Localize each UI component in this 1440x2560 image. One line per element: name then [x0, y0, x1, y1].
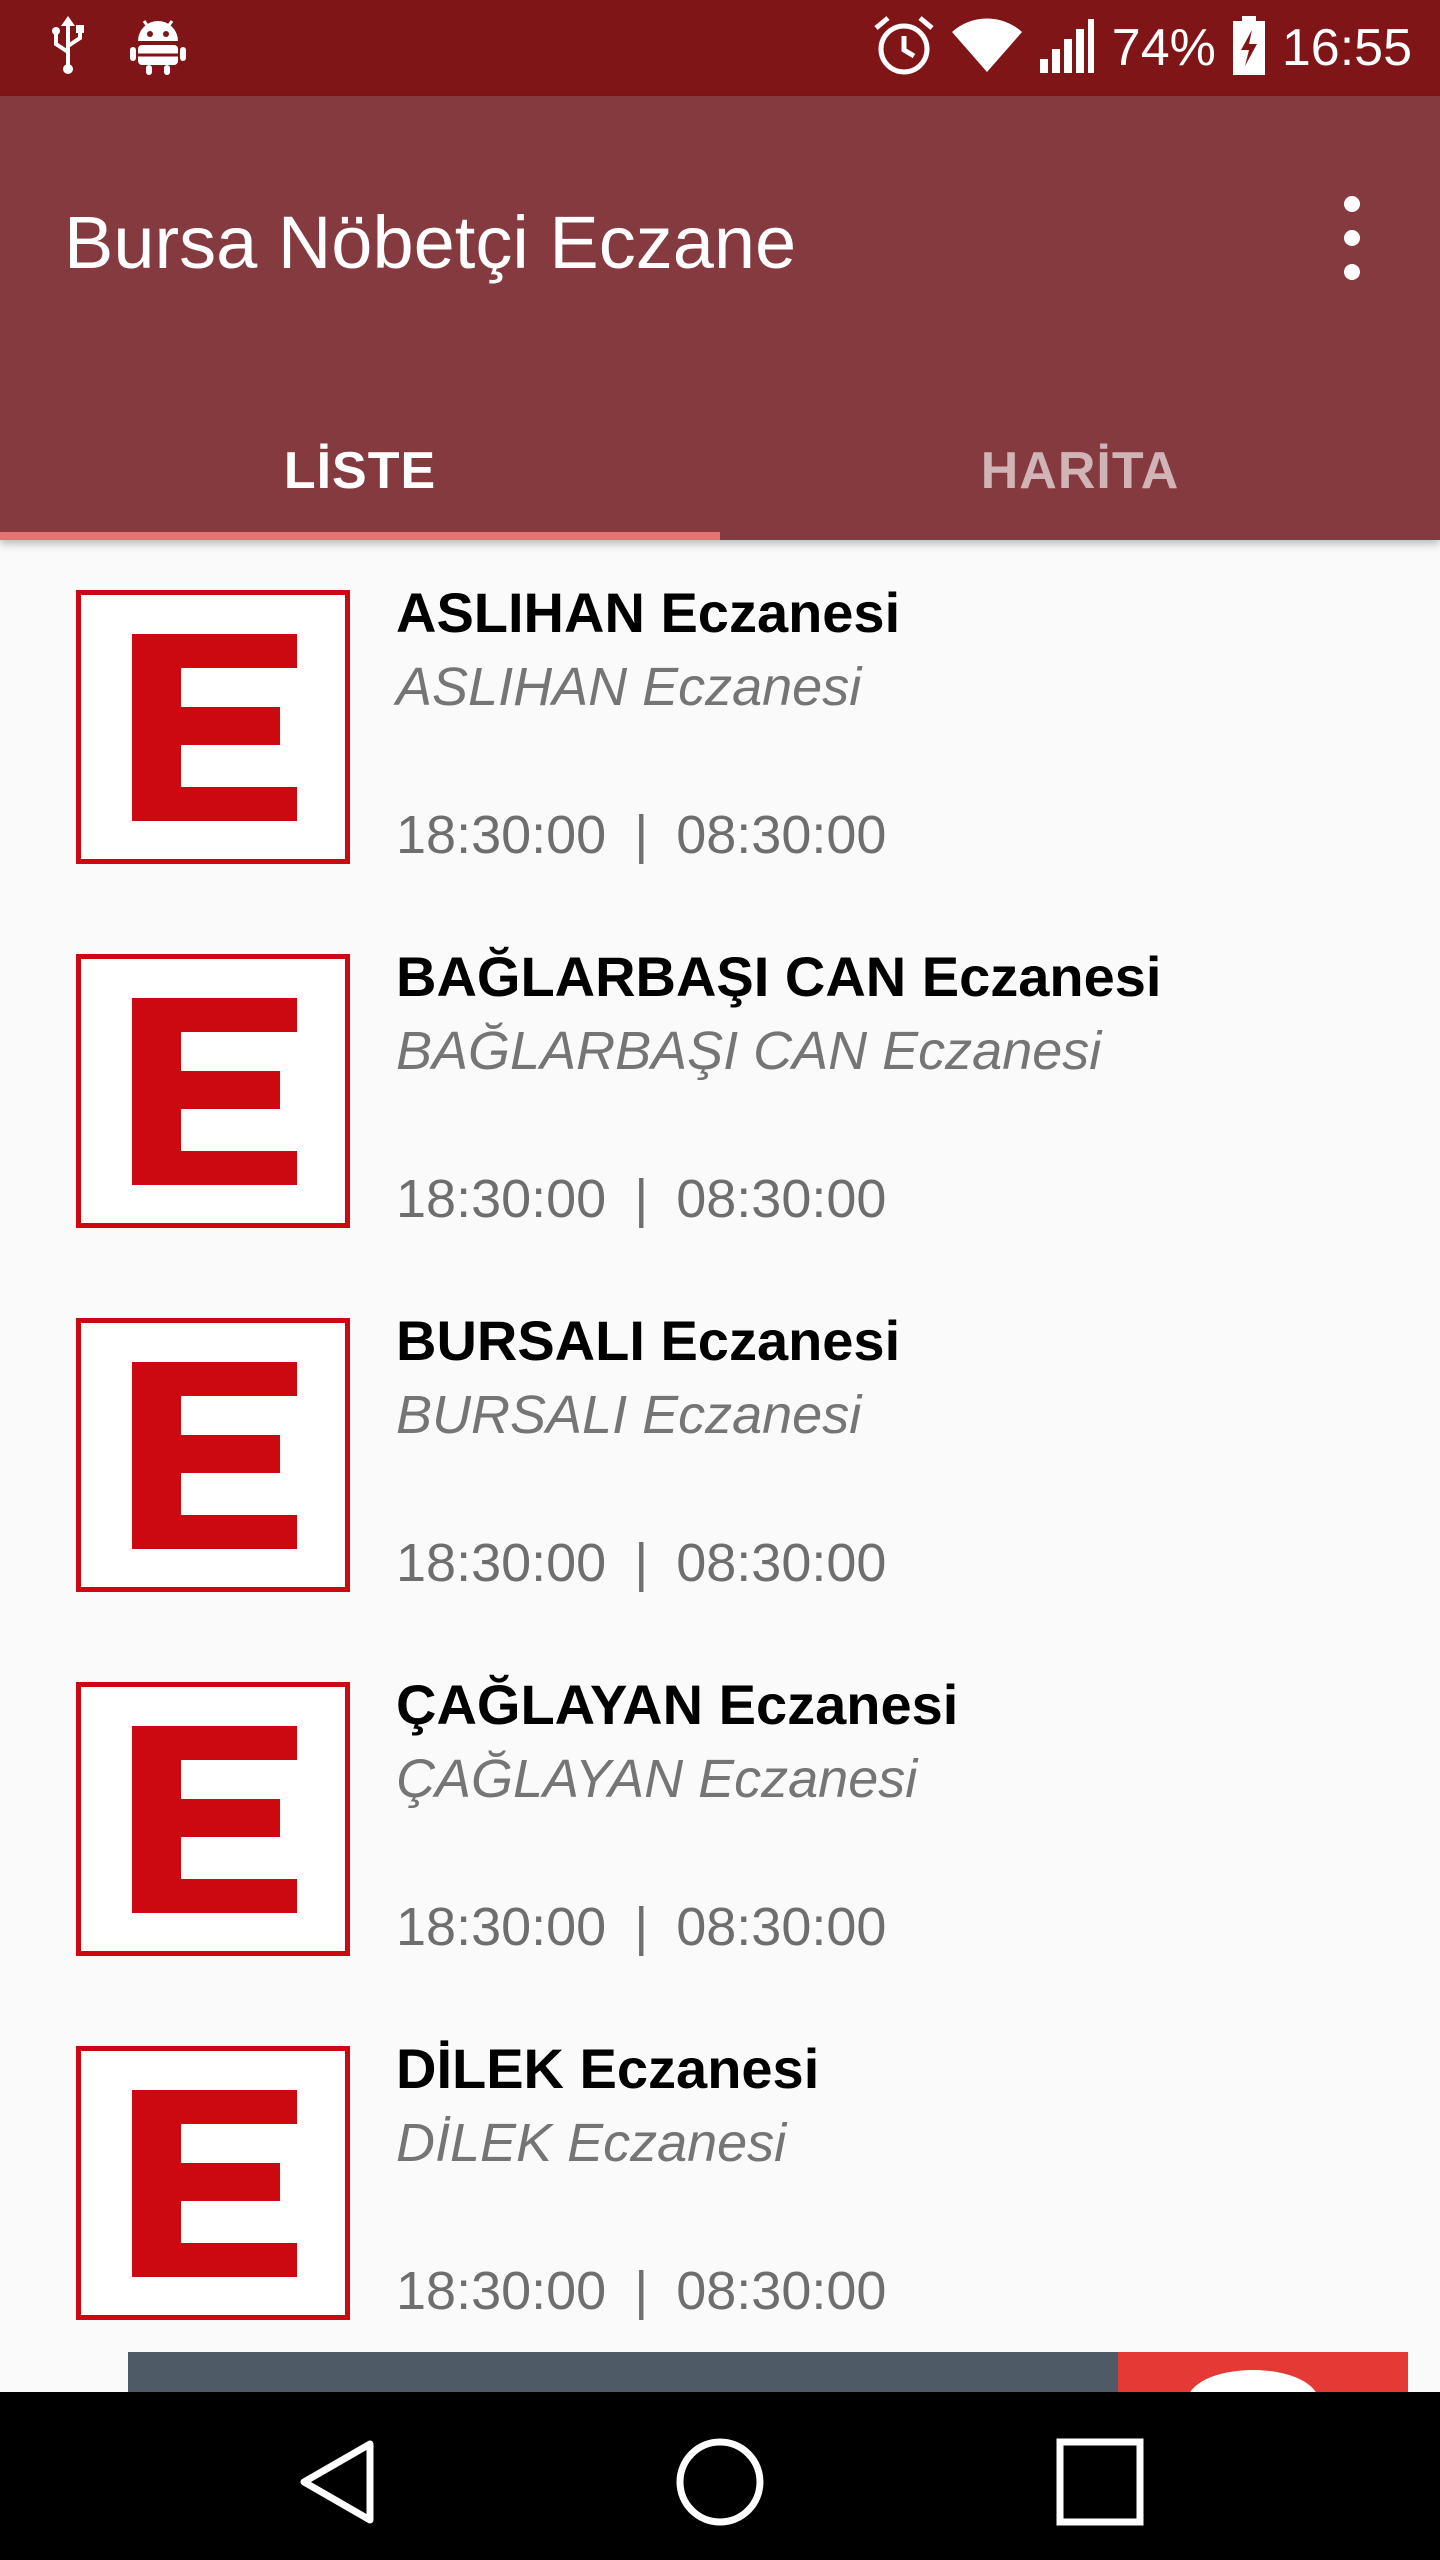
ad-image: [1118, 2352, 1408, 2392]
pharmacy-subtitle: BURSALI Eczanesi: [396, 1385, 862, 1445]
battery-percent: 74%: [1111, 19, 1216, 77]
pharmacy-name: BAĞLARBAŞI CAN Eczanesi: [396, 945, 1162, 1008]
list-item[interactable]: ASLIHAN Eczanesi ASLIHAN Eczanesi 18:30:…: [0, 540, 1440, 904]
close-time: 08:30:00: [676, 2261, 887, 2321]
open-time: 18:30:00: [396, 1897, 607, 1957]
time-separator: |: [634, 1897, 649, 1957]
list-item[interactable]: DİLEK Eczanesi DİLEK Eczanesi 18:30:00 | 0…: [0, 1996, 1440, 2360]
open-time: 18:30:00: [396, 2261, 607, 2321]
home-icon[interactable]: [670, 2432, 770, 2532]
pharmacy-name: ASLIHAN Eczanesi: [396, 581, 901, 644]
opening-hours: 18:30:00 | 08:30:00: [396, 1896, 886, 1958]
usb-icon: [48, 15, 88, 81]
overflow-menu-icon[interactable]: [1320, 196, 1384, 280]
list-item[interactable]: BAĞLARBAŞI CAN Eczanesi BAĞLARBAŞI CAN E…: [0, 904, 1440, 1268]
ad-banner[interactable]: [128, 2352, 1408, 2392]
pharmacy-logo-icon: [76, 1682, 350, 1956]
opening-hours: 18:30:00 | 08:30:00: [396, 1532, 886, 1594]
battery-charging-icon: [1232, 15, 1266, 81]
time-separator: |: [634, 805, 649, 865]
navigation-bar: [0, 2392, 1440, 2560]
pharmacy-logo-icon: [76, 1318, 350, 1592]
clock: 16:55: [1281, 19, 1412, 77]
pharmacy-name: ÇAĞLAYAN Eczanesi: [396, 1673, 959, 1736]
back-icon[interactable]: [290, 2432, 390, 2532]
pharmacy-subtitle: DİLEK Eczanesi: [396, 2113, 787, 2173]
list-item[interactable]: ÇAĞLAYAN Eczanesi ÇAĞLAYAN Eczanesi 18:3…: [0, 1632, 1440, 1996]
list-item[interactable]: BURSALI Eczanesi BURSALI Eczanesi 18:30:…: [0, 1268, 1440, 1632]
time-separator: |: [634, 1533, 649, 1593]
time-separator: |: [634, 1169, 649, 1229]
pharmacy-logo-icon: [76, 2046, 350, 2320]
open-time: 18:30:00: [396, 1533, 607, 1593]
alarm-icon: [872, 14, 936, 83]
open-time: 18:30:00: [396, 1169, 607, 1229]
app-bar: Bursa Nöbetçi Eczane LİSTE HARİTA: [0, 96, 1440, 540]
close-time: 08:30:00: [676, 1533, 887, 1593]
opening-hours: 18:30:00 | 08:30:00: [396, 2260, 886, 2322]
pharmacy-subtitle: BAĞLARBAŞI CAN Eczanesi: [396, 1021, 1102, 1081]
app-title: Bursa Nöbetçi Eczane: [64, 201, 797, 284]
recents-icon[interactable]: [1050, 2432, 1150, 2532]
close-time: 08:30:00: [676, 1169, 887, 1229]
pharmacy-name: DİLEK Eczanesi: [396, 2037, 820, 2100]
opening-hours: 18:30:00 | 08:30:00: [396, 804, 886, 866]
tab-harita[interactable]: HARİTA: [720, 402, 1440, 540]
pharmacy-subtitle: ASLIHAN Eczanesi: [396, 657, 862, 717]
open-time: 18:30:00: [396, 805, 607, 865]
wifi-icon: [951, 17, 1022, 79]
close-time: 08:30:00: [676, 1897, 887, 1957]
status-bar: 74% 16:55: [0, 0, 1440, 96]
pharmacy-subtitle: ÇAĞLAYAN Eczanesi: [396, 1749, 918, 1809]
signal-icon: [1038, 17, 1096, 80]
pharmacy-logo-icon: [76, 590, 350, 864]
tab-indicator: [0, 532, 720, 540]
pharmacy-logo-icon: [76, 954, 350, 1228]
tab-liste[interactable]: LİSTE: [0, 402, 720, 540]
time-separator: |: [634, 2261, 649, 2321]
android-debug-icon: [130, 17, 186, 80]
pharmacy-name: BURSALI Eczanesi: [396, 1309, 901, 1372]
opening-hours: 18:30:00 | 08:30:00: [396, 1168, 886, 1230]
close-time: 08:30:00: [676, 805, 887, 865]
